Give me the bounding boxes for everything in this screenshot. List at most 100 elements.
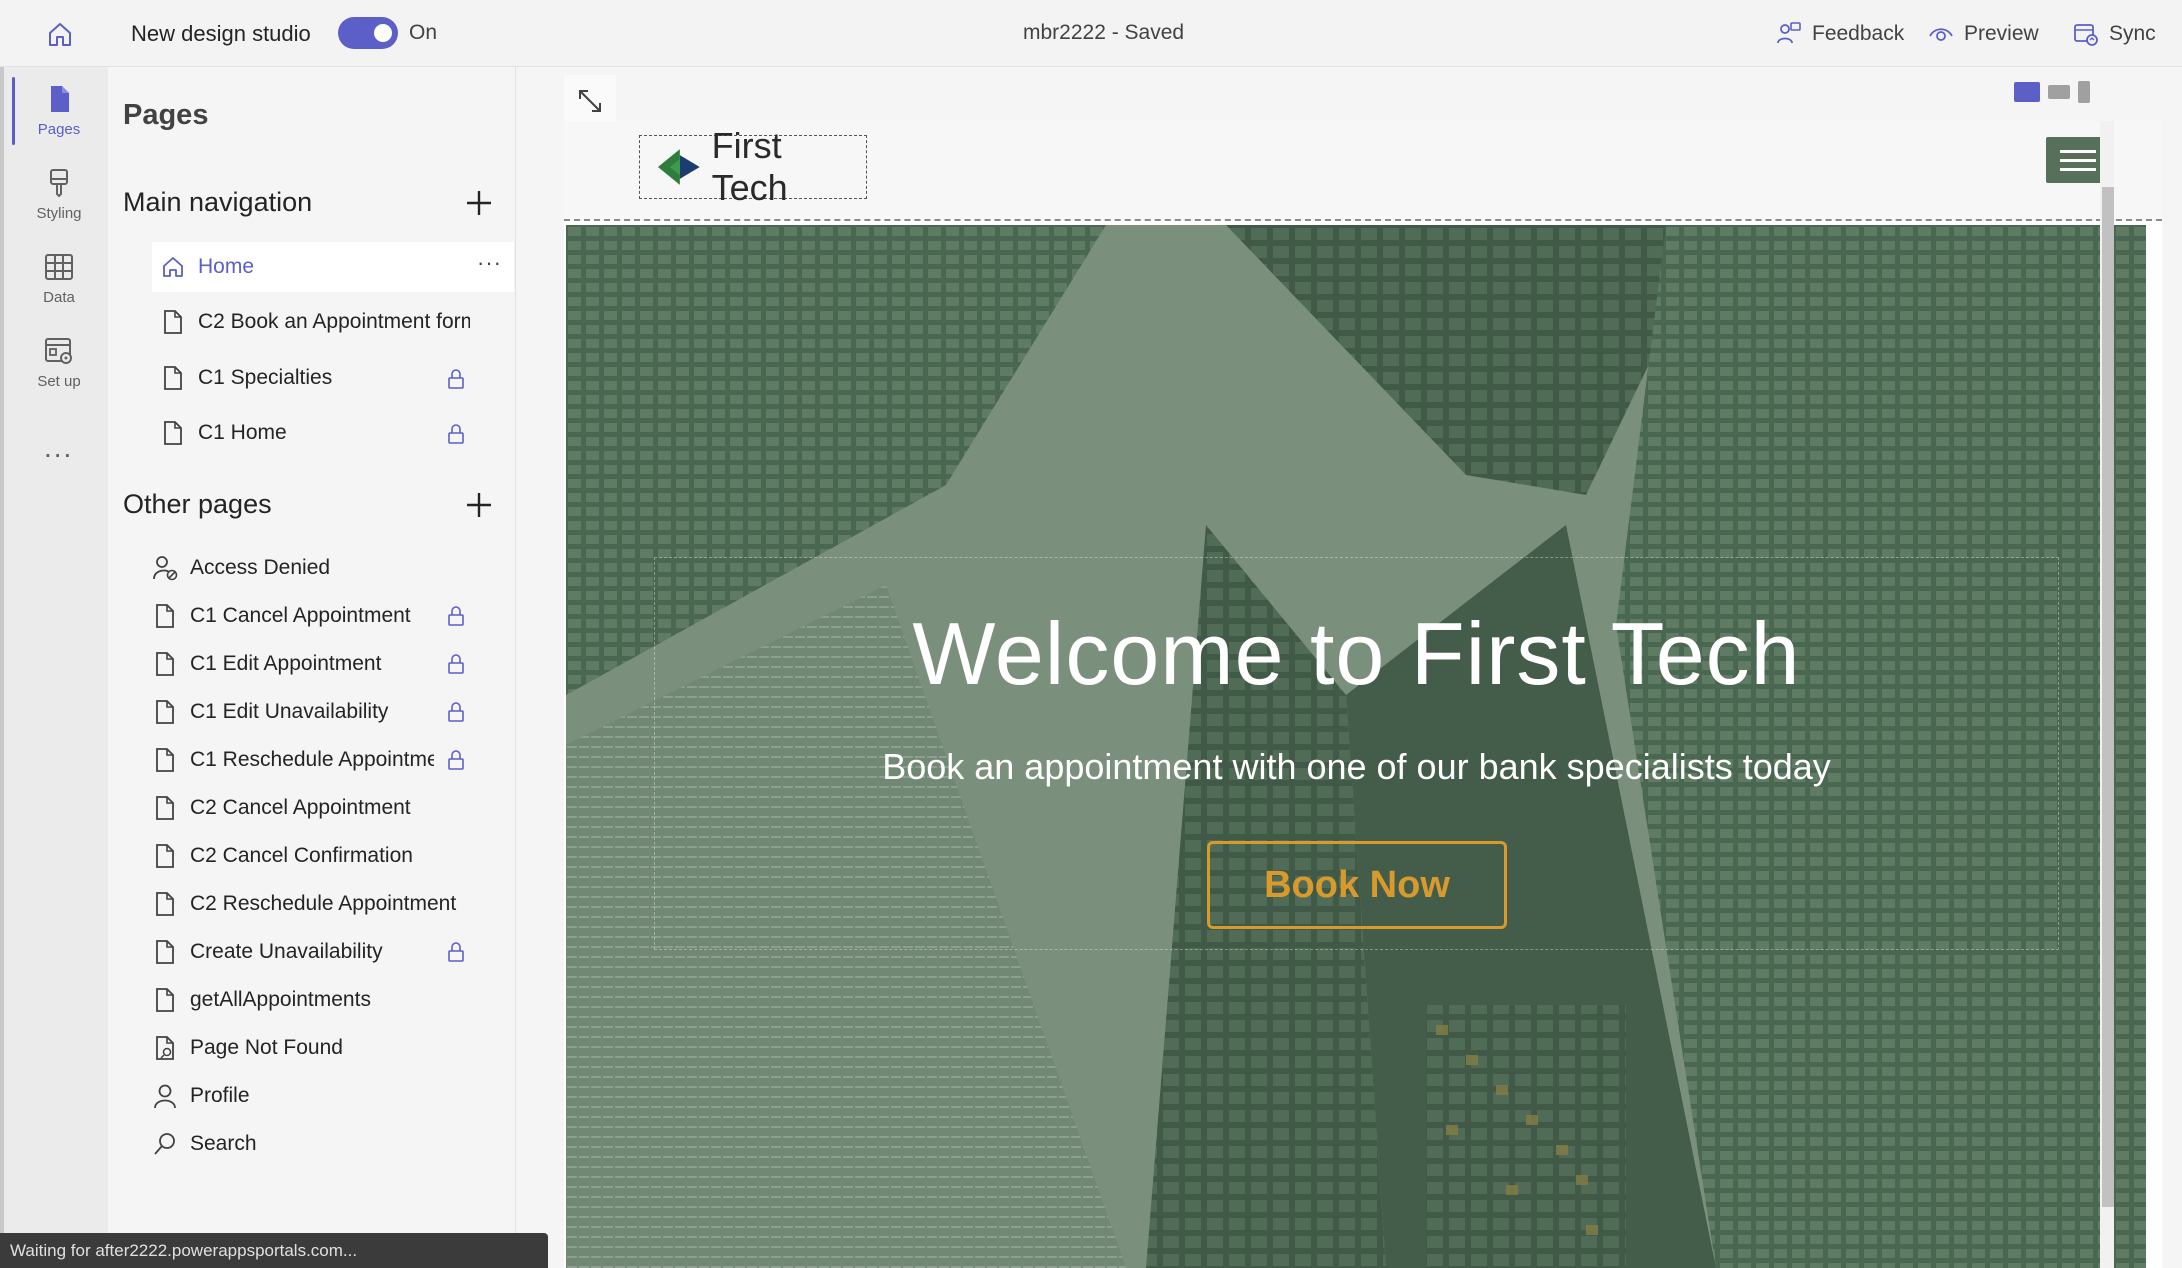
expand-canvas-button[interactable] <box>564 75 616 127</box>
nav-item-label: C2 Book an Appointment form <box>198 310 470 333</box>
other-item-get-all-appointments[interactable]: getAllAppointments <box>152 977 514 1023</box>
lock-icon <box>448 424 464 444</box>
person-denied-icon <box>153 556 178 581</box>
preview-eye-icon <box>1929 28 1953 41</box>
phone-view-icon[interactable] <box>2078 81 2090 103</box>
preview-button[interactable]: Preview <box>1928 18 2039 50</box>
preview-scrollbar-thumb[interactable] <box>2102 187 2114 1207</box>
other-item-label: C1 Reschedule Appointment <box>190 748 434 771</box>
page-icon <box>156 700 174 724</box>
hero-title: Welcome to First Tech <box>912 604 1801 703</box>
page-icon <box>156 796 174 820</box>
preview-label: Preview <box>1964 22 2039 45</box>
nav-item-home[interactable]: Home ··· <box>152 242 514 292</box>
lock-icon <box>448 369 464 389</box>
other-item-label: Profile <box>190 1084 250 1107</box>
logo-text: First Tech <box>711 125 788 208</box>
other-pages-title: Other pages <box>123 489 272 519</box>
more-options-icon[interactable]: ... <box>44 432 73 464</box>
rail-item-setup[interactable]: Set up <box>12 325 106 405</box>
other-item-c2-reschedule-appointment[interactable]: C2 Reschedule Appointment <box>152 881 514 927</box>
lock-icon <box>448 942 464 962</box>
toggle-label: On <box>409 21 438 44</box>
lock-icon <box>448 702 464 722</box>
nav-item-c2-book-appointment[interactable]: C2 Book an Appointment form <box>152 297 514 347</box>
browser-status-bar: Waiting for after2222.powerappsportals.c… <box>0 1233 548 1268</box>
other-item-label: Create Unavailability <box>190 940 383 963</box>
rail-item-data[interactable]: Data <box>12 241 106 321</box>
nav-item-label: C1 Home <box>198 421 287 444</box>
tablet-view-icon[interactable] <box>2048 85 2070 99</box>
feedback-button[interactable]: Feedback <box>1776 18 1904 50</box>
styling-brush-icon <box>50 169 68 198</box>
lock-icon <box>448 654 464 674</box>
page-icon <box>156 988 174 1012</box>
page-icon <box>164 310 182 334</box>
rail-label-data: Data <box>43 289 75 306</box>
hero-content: Welcome to First Tech Book an appointmen… <box>654 557 2059 950</box>
sync-label: Sync <box>2109 22 2156 45</box>
page-icon <box>156 940 174 964</box>
book-now-button[interactable]: Book Now <box>1207 841 1507 929</box>
app-title: New design studio <box>131 21 311 46</box>
top-bar: New design studio On mbr2222 - Saved Fee… <box>0 0 2182 67</box>
other-item-label: Access Denied <box>190 556 331 579</box>
page-icon <box>156 748 174 772</box>
site-preview: First Tech Welcome to First Tech Book an… <box>564 121 2162 1268</box>
hero-section: Welcome to First Tech Book an appointmen… <box>566 225 2146 1268</box>
panel-title: Pages <box>123 99 209 131</box>
other-item-label: C1 Cancel Appointment <box>190 604 411 627</box>
other-item-label: C2 Cancel Appointment <box>190 796 411 819</box>
lock-icon <box>448 606 464 626</box>
other-item-c2-cancel-confirmation[interactable]: C2 Cancel Confirmation <box>152 833 514 879</box>
sync-icon <box>2074 24 2098 46</box>
site-header: First Tech <box>564 121 2162 221</box>
other-item-label: C2 Reschedule Appointment <box>190 892 457 915</box>
feedback-label: Feedback <box>1812 22 1905 45</box>
rail-label-styling: Styling <box>36 205 82 222</box>
nav-item-label: C1 Specialties <box>198 366 333 389</box>
site-logo[interactable]: First Tech <box>639 125 867 208</box>
rail-label-pages: Pages <box>37 121 81 138</box>
nav-item-label: Home <box>198 255 255 278</box>
add-other-page-icon[interactable] <box>464 490 494 520</box>
other-item-c2-cancel-appointment[interactable]: C2 Cancel Appointment <box>152 785 514 831</box>
other-item-label: Search <box>190 1132 257 1155</box>
feedback-icon <box>1777 22 1801 44</box>
other-item-label: getAllAppointments <box>190 988 371 1011</box>
page-icon <box>156 892 174 916</box>
other-item-label: C2 Cancel Confirmation <box>190 844 413 867</box>
first-tech-logo-icon <box>657 149 700 185</box>
device-switcher <box>2014 81 2090 103</box>
home-icon[interactable] <box>44 18 76 50</box>
document-status: mbr2222 - Saved <box>1023 21 1185 44</box>
other-item-page-not-found[interactable]: Page Not Found <box>152 1025 514 1071</box>
page-icon <box>164 421 182 445</box>
page-search-icon <box>156 1036 174 1060</box>
data-table-icon <box>45 254 73 280</box>
other-item-search[interactable]: Search <box>152 1121 514 1167</box>
toggle-knob <box>374 24 392 42</box>
sync-button[interactable]: Sync <box>2073 18 2156 50</box>
more-actions-icon[interactable]: ··· <box>477 250 502 276</box>
other-item-label: C1 Edit Appointment <box>190 652 382 675</box>
add-main-nav-page-icon[interactable] <box>464 188 494 218</box>
page-icon <box>164 366 182 390</box>
rail-label-setup: Set up <box>37 373 81 390</box>
rail-item-styling[interactable]: Styling <box>12 157 106 237</box>
hero-subtitle: Book an appointment with one of our bank… <box>882 746 1831 787</box>
other-item-profile[interactable]: Profile <box>152 1073 514 1119</box>
other-item-label: Page Not Found <box>190 1036 343 1059</box>
other-item-label: C1 Edit Unavailability <box>190 700 389 723</box>
search-icon <box>154 1133 175 1155</box>
other-item-access-denied[interactable]: Access Denied <box>152 545 514 591</box>
left-rail: Pages Styling Data Set up ... <box>0 67 108 1268</box>
page-icon <box>156 604 174 628</box>
desktop-view-icon[interactable] <box>2014 82 2040 102</box>
design-studio-toggle[interactable] <box>338 17 398 49</box>
page-icon <box>156 844 174 868</box>
rail-item-pages[interactable]: Pages <box>12 73 106 153</box>
page-icon <box>156 652 174 676</box>
pages-icon <box>51 86 69 112</box>
person-icon <box>154 1084 176 1109</box>
